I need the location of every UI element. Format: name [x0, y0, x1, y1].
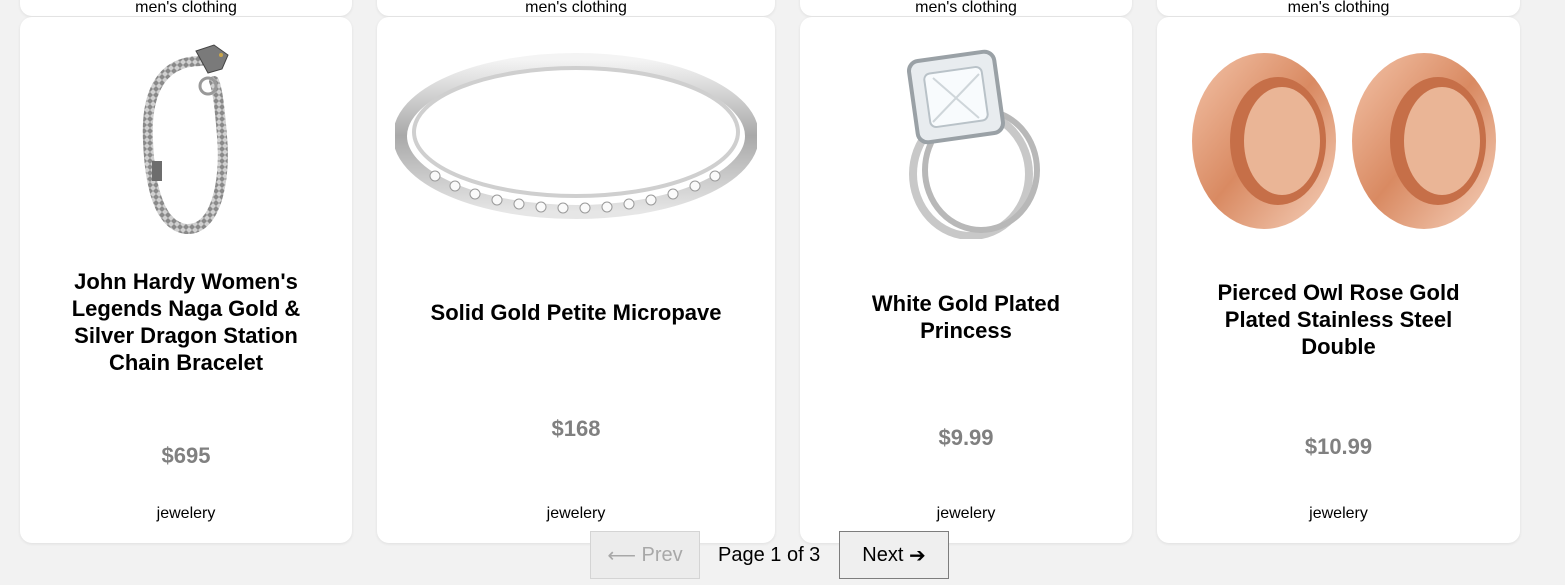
product-category: men's clothing: [1287, 0, 1390, 16]
product-card-prev[interactable]: men's clothing: [377, 0, 775, 16]
product-category: jewelery: [936, 505, 996, 522]
prev-button[interactable]: ⟵ Prev: [590, 531, 700, 579]
page-indicator: Page 1 of 3: [718, 544, 821, 566]
product-card[interactable]: Pierced Owl Rose Gold Plated Stainless S…: [1157, 17, 1520, 543]
product-price: $9.99: [938, 425, 994, 450]
product-category: men's clothing: [915, 0, 1017, 16]
product-card[interactable]: John Hardy Women's Legends Naga Gold & S…: [20, 17, 352, 543]
arrow-right-icon: ➔: [908, 544, 926, 567]
product-title[interactable]: White Gold Plated Princess: [830, 277, 1102, 357]
arrow-left-icon: ⟵: [607, 544, 636, 567]
product-title[interactable]: Pierced Owl Rose Gold Plated Stainless S…: [1187, 269, 1490, 369]
next-label: Next: [862, 543, 904, 566]
product-price: $695: [161, 443, 211, 468]
product-card-prev[interactable]: men's clothing: [20, 0, 352, 16]
product-card-prev[interactable]: men's clothing: [1157, 0, 1520, 16]
product-image[interactable]: [377, 35, 775, 247]
product-category: men's clothing: [525, 0, 627, 16]
next-button[interactable]: Next ➔: [839, 531, 949, 579]
product-image[interactable]: [1157, 35, 1520, 247]
bracelet-image: [142, 44, 229, 234]
rose-gold-plugs-image: [1191, 53, 1496, 229]
product-image[interactable]: [20, 35, 352, 247]
ring-band-image: [395, 53, 757, 219]
product-category: jewelery: [546, 505, 606, 522]
prev-label: Prev: [641, 543, 683, 566]
product-price: $168: [551, 416, 601, 441]
product-title[interactable]: John Hardy Women's Legends Naga Gold & S…: [50, 267, 322, 377]
product-category: men's clothing: [135, 0, 237, 16]
product-card[interactable]: Solid Gold Petite Micropave $168 jeweler…: [377, 17, 775, 543]
product-category: jewelery: [1309, 505, 1368, 522]
product-price: $10.99: [1304, 434, 1373, 459]
product-title[interactable]: Solid Gold Petite Micropave: [407, 267, 745, 357]
product-category: jewelery: [156, 505, 216, 522]
product-card[interactable]: White Gold Plated Princess $9.99 jeweler…: [800, 17, 1132, 543]
product-card-prev[interactable]: men's clothing: [800, 0, 1132, 16]
product-image[interactable]: [800, 35, 1132, 247]
pagination: ⟵ Prev Page 1 of 3 Next ➔: [0, 531, 1565, 581]
princess-ring-image: [907, 49, 1040, 239]
